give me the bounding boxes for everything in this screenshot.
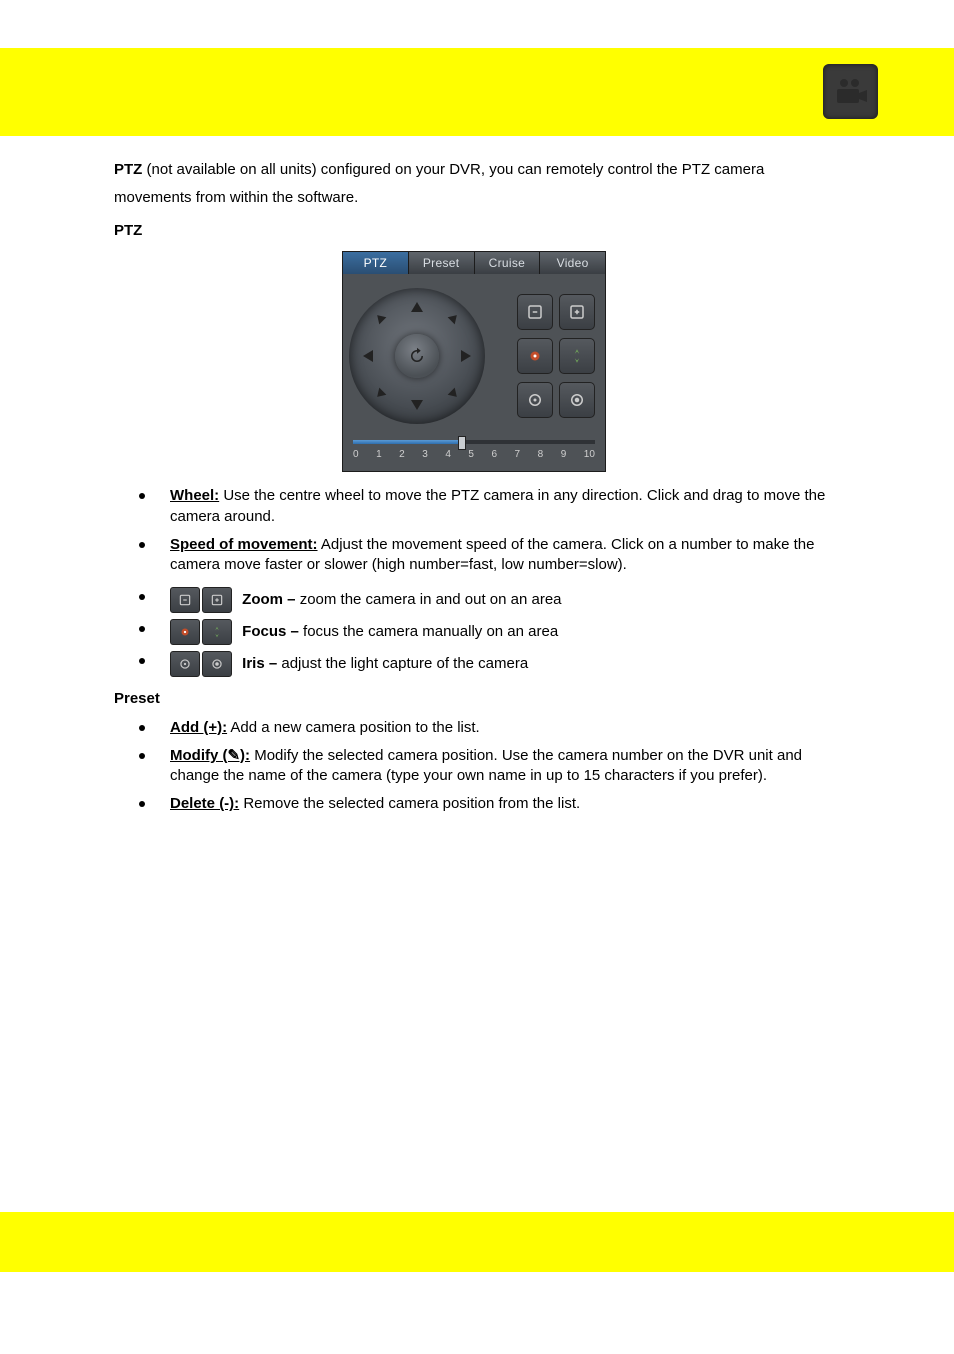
list-item: Wheel: Use the centre wheel to move the … bbox=[114, 486, 844, 527]
iris-open-icon bbox=[202, 651, 232, 677]
iris-close-icon bbox=[170, 651, 200, 677]
item-label: Delete (‑): bbox=[170, 795, 239, 812]
item-body: adjust the light capture of the camera bbox=[281, 655, 528, 672]
arrow-up-icon[interactable] bbox=[411, 302, 423, 312]
focus-in-icon bbox=[202, 619, 232, 645]
ptz-wheel[interactable] bbox=[349, 288, 485, 424]
item-label: Speed of movement: bbox=[170, 536, 318, 553]
item-body: Modify the selected camera position. Use… bbox=[170, 747, 802, 784]
item-body: Add a new camera position to the list. bbox=[230, 719, 479, 736]
speed-slider[interactable] bbox=[353, 440, 595, 444]
zoom-in-button[interactable] bbox=[559, 294, 595, 330]
item-body: zoom the camera in and out on an area bbox=[300, 591, 562, 608]
zoom-icons bbox=[170, 587, 232, 613]
zoom-out-button[interactable] bbox=[517, 294, 553, 330]
arrow-left-icon[interactable] bbox=[363, 350, 373, 362]
section1-heading: PTZ bbox=[114, 221, 844, 241]
iris-open-button[interactable] bbox=[559, 382, 595, 418]
list-item: Modify (✎): Modify the selected camera p… bbox=[114, 746, 844, 787]
tab-preset[interactable]: Preset bbox=[409, 252, 475, 274]
item-label: Modify (✎): bbox=[170, 747, 250, 764]
rotate-icon bbox=[408, 347, 426, 365]
tab-cruise[interactable]: Cruise bbox=[475, 252, 541, 274]
item-label: Zoom bbox=[242, 591, 287, 608]
header-band bbox=[0, 48, 954, 136]
arrow-right-icon[interactable] bbox=[461, 350, 471, 362]
intro-line1-body: (not available on all units) configured … bbox=[142, 161, 764, 178]
intro-prefix: PTZ bbox=[114, 161, 142, 178]
ptz-panel-screenshot: PTZ Preset Cruise Video bbox=[342, 251, 606, 473]
tab-video[interactable]: Video bbox=[540, 252, 605, 274]
focus-out-icon bbox=[170, 619, 200, 645]
focus-out-button[interactable] bbox=[517, 338, 553, 374]
arrow-down-icon[interactable] bbox=[411, 400, 423, 410]
slider-thumb-icon[interactable] bbox=[458, 436, 466, 450]
item-body: focus the camera manually on an area bbox=[303, 623, 558, 640]
item-body: Remove the selected camera position from… bbox=[243, 795, 580, 812]
list-item: Delete (‑): Remove the selected camera p… bbox=[114, 794, 844, 814]
camera-icon-tile bbox=[823, 64, 878, 119]
ptz-wheel-center[interactable] bbox=[395, 334, 439, 378]
list-item: Zoom – zoom the camera in and out on an … bbox=[114, 587, 844, 613]
intro-line2: movements from within the software. bbox=[114, 188, 844, 208]
item-label: Focus – bbox=[242, 623, 303, 640]
item-label: Add (+): bbox=[170, 719, 227, 736]
focus-in-button[interactable] bbox=[559, 338, 595, 374]
list-item: Add (+): Add a new camera position to th… bbox=[114, 718, 844, 738]
iris-close-button[interactable] bbox=[517, 382, 553, 418]
item-label: Wheel: bbox=[170, 487, 219, 504]
video-camera-icon bbox=[834, 77, 868, 107]
focus-icons bbox=[170, 619, 232, 645]
tab-ptz[interactable]: PTZ bbox=[343, 252, 409, 274]
item-body: Use the centre wheel to move the PTZ cam… bbox=[170, 487, 825, 524]
list-item: Focus – focus the camera manually on an … bbox=[114, 619, 844, 645]
list-item: Speed of movement: Adjust the movement s… bbox=[114, 535, 844, 576]
slider-ticks: 0 1 2 3 4 5 6 7 8 9 10 bbox=[353, 448, 595, 462]
tab-row: PTZ Preset Cruise Video bbox=[343, 252, 605, 274]
section2-heading: Preset bbox=[114, 689, 844, 709]
zoom-in-icon bbox=[202, 587, 232, 613]
list-item: Iris – adjust the light capture of the c… bbox=[114, 651, 844, 677]
footer-band bbox=[0, 1212, 954, 1272]
iris-icons bbox=[170, 651, 232, 677]
zoom-out-icon bbox=[170, 587, 200, 613]
intro-paragraph: PTZ (not available on all units) configu… bbox=[114, 160, 844, 180]
item-label: Iris – bbox=[242, 655, 281, 672]
